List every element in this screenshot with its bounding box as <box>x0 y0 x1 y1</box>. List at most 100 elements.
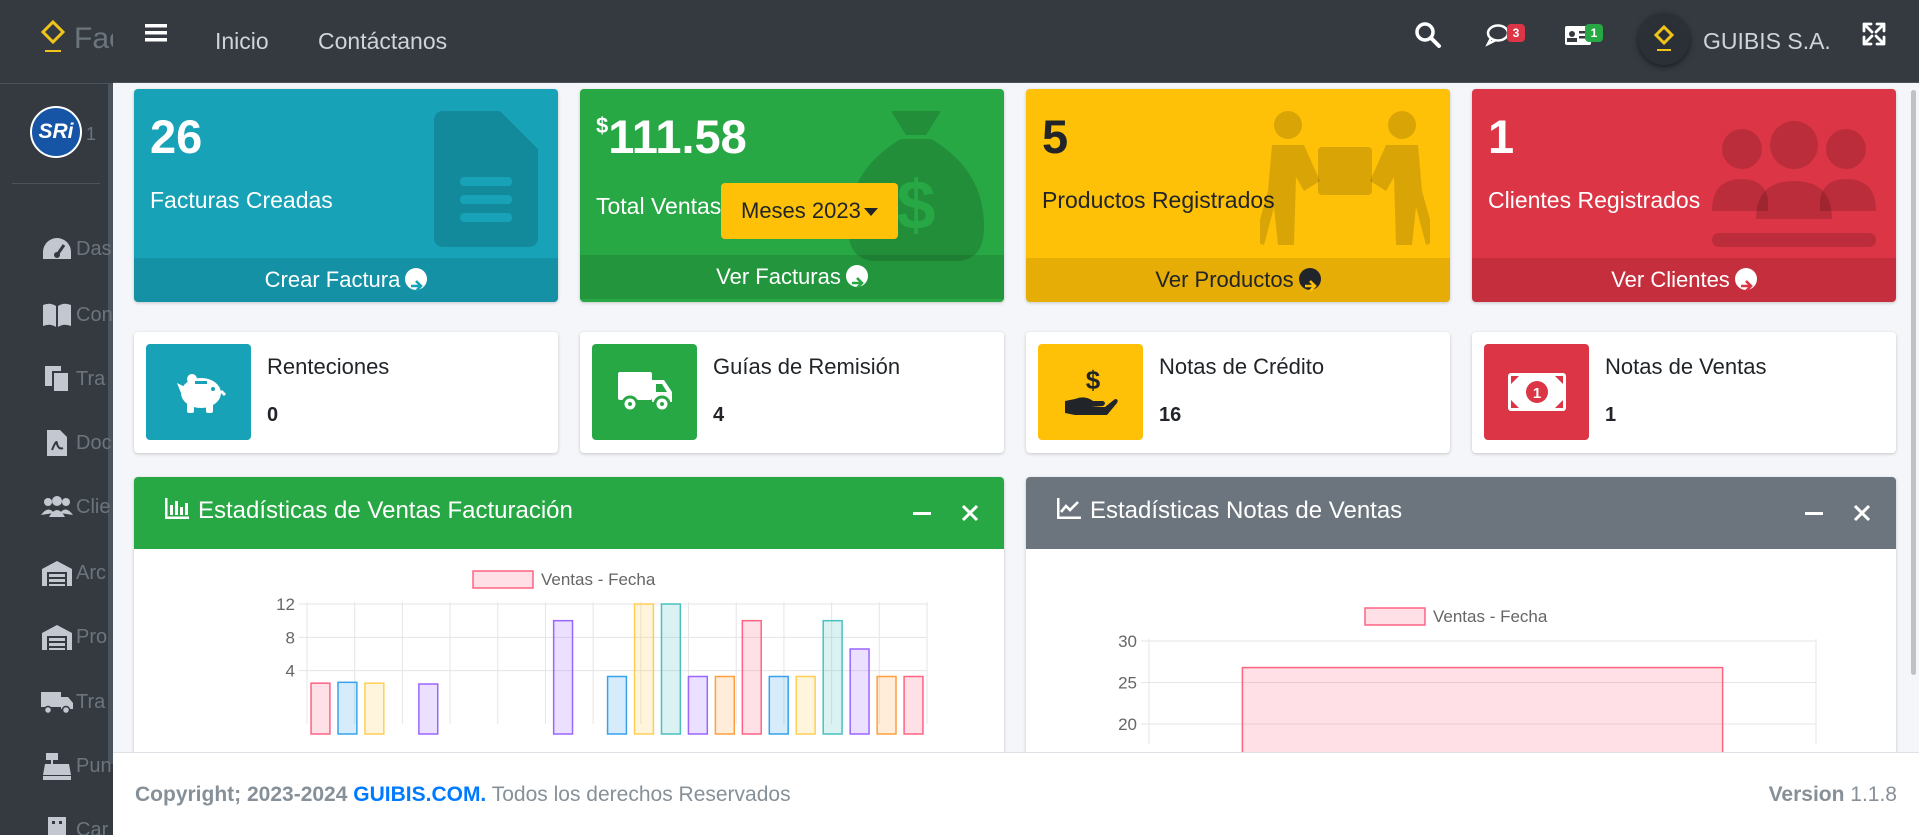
notas-ventas-card: Estadísticas Notas de Ventas Ventas - Fe… <box>1026 477 1896 767</box>
months-dropdown[interactable]: Meses 2023 <box>721 183 898 239</box>
divider <box>12 183 100 184</box>
arrow-circle-right-icon <box>1298 268 1321 293</box>
logo-icon <box>40 19 66 52</box>
rights-text: Todos los derechos Reservados <box>491 783 791 806</box>
productos-box: 5 Productos Registrados Ver Productos <box>1026 89 1450 302</box>
page-scrollbar[interactable] <box>1911 90 1916 675</box>
cash-register-icon <box>40 751 74 781</box>
info-label: Renteciones <box>267 354 390 379</box>
chart-line-icon <box>1057 497 1081 519</box>
info-value: 0 <box>267 404 279 426</box>
y-tick-label: 20 <box>1118 715 1137 734</box>
ventas-box: $111.58 Total Ventas $ Meses 2023 Ver Fa… <box>580 89 1004 302</box>
bar <box>822 619 843 735</box>
bar <box>418 683 439 735</box>
sidebar-item-contabilidad[interactable]: Con <box>0 290 113 340</box>
bar <box>660 603 682 735</box>
card-header: Estadísticas de Ventas Facturación <box>134 477 1004 549</box>
footer-label: Ver Facturas <box>716 264 841 289</box>
messages-button[interactable]: 3 <box>1485 20 1525 52</box>
expand-icon <box>1862 22 1886 46</box>
brand[interactable]: Fac <box>0 0 113 84</box>
card-header: Estadísticas Notas de Ventas <box>1026 477 1896 549</box>
nav-contactanos[interactable]: Contáctanos <box>318 28 447 55</box>
guibis-link[interactable]: GUIBIS.COM. <box>353 783 486 806</box>
tachometer-icon <box>40 234 74 264</box>
close-icon[interactable] <box>958 501 982 525</box>
sidebar: Fac SRi 1 Das Con Tra Doc Clie Arc Pro T… <box>0 0 113 835</box>
sidebar-item-transporte[interactable]: Tra <box>0 677 113 727</box>
sidebar-item-documentos[interactable]: Doc <box>0 418 113 468</box>
bar <box>552 619 574 735</box>
crear-factura-link[interactable]: Crear Factura <box>134 258 558 302</box>
y-tick-label: 4 <box>286 662 295 681</box>
sidebar-item-cartera[interactable]: Car <box>0 805 113 835</box>
fullscreen-button[interactable] <box>1860 20 1894 52</box>
minus-icon[interactable] <box>910 501 934 525</box>
dropdown-label: Meses 2023 <box>741 198 861 223</box>
version-label: Version <box>1768 783 1845 806</box>
notas-credito-info-box[interactable]: $ Notas de Crédito 16 <box>1026 332 1450 453</box>
bar <box>1241 666 1724 755</box>
minus-icon[interactable] <box>1802 501 1826 525</box>
box-value: 1 <box>1488 110 1515 163</box>
truck-icon <box>40 687 74 717</box>
notas-ventas-info-box[interactable]: 1 Notas de Ventas 1 <box>1472 332 1896 453</box>
warehouse-icon <box>40 558 74 588</box>
y-tick-label: 8 <box>286 628 295 647</box>
sidebar-item-dashboard[interactable]: Das <box>0 224 113 274</box>
sidebar-item-productos[interactable]: Pro <box>0 612 113 662</box>
info-value: 4 <box>713 404 725 426</box>
clientes-box: 1 Clientes Registrados Ver Clientes <box>1472 89 1896 302</box>
bar <box>633 603 655 735</box>
ver-facturas-link[interactable]: Ver Facturas <box>580 255 1004 299</box>
sidebar-item-clientes[interactable]: Clie <box>0 482 113 532</box>
svg-text:1: 1 <box>1532 385 1540 402</box>
legend-label: Ventas - Fecha <box>1433 607 1548 626</box>
close-icon[interactable] <box>1850 501 1874 525</box>
company-avatar[interactable] <box>1638 13 1690 65</box>
bar <box>714 675 736 735</box>
nav-inicio[interactable]: Inicio <box>215 28 269 55</box>
notas-ventas-chart: Ventas - Fecha 30 25 20 <box>1118 607 1817 755</box>
guias-info-box[interactable]: Guías de Remisión 4 <box>580 332 1004 453</box>
info-value: 16 <box>1159 404 1182 426</box>
people-carry-icon <box>1260 111 1430 245</box>
sidebar-item-label: Das <box>76 238 112 260</box>
box-caption: Total Ventas <box>596 193 722 219</box>
contacts-badge: 1 <box>1585 24 1603 42</box>
sidebar-item-punto-venta[interactable]: Pun <box>0 741 113 791</box>
footer-label: Crear Factura <box>264 267 401 292</box>
sidebar-item-label: Clie <box>76 496 111 518</box>
search-button[interactable] <box>1413 20 1447 52</box>
ventas-facturacion-card: Estadísticas de Ventas Facturación Venta… <box>134 477 1004 767</box>
version-number: 1.1.8 <box>1850 783 1897 806</box>
y-tick-label: 25 <box>1118 674 1137 693</box>
legend-label: Ventas - Fecha <box>541 570 656 589</box>
sidebar-item-archivo[interactable]: Arc <box>0 548 113 598</box>
bar <box>606 675 628 735</box>
book-icon <box>40 300 74 330</box>
box-value: 111.58 <box>608 110 747 163</box>
sri-avatar: SRi <box>30 106 82 158</box>
info-label: Notas de Crédito <box>1159 354 1325 379</box>
user-panel[interactable]: SRi 1 <box>0 84 113 184</box>
sidebar-item-transacciones[interactable]: Tra <box>0 354 113 404</box>
contacts-button[interactable]: 1 <box>1563 20 1603 52</box>
ver-productos-link[interactable]: Ver Productos <box>1026 258 1450 302</box>
company-name[interactable]: GUIBIS S.A. <box>1703 28 1831 55</box>
box-caption: Facturas Creadas <box>150 187 333 213</box>
sidebar-item-label: Doc <box>76 432 112 454</box>
box-value: 5 <box>1042 110 1069 163</box>
sidebar-item-label: Con <box>76 304 113 326</box>
sidebar-item-label: Car <box>76 819 109 835</box>
retenciones-info-box[interactable]: Renteciones 0 <box>134 332 558 453</box>
card-title: Estadísticas de Ventas Facturación <box>198 497 573 524</box>
sidebar-item-label: Arc <box>76 562 106 584</box>
hamburger-menu-icon[interactable] <box>143 20 171 46</box>
ver-clientes-link[interactable]: Ver Clientes <box>1472 258 1896 302</box>
info-value: 1 <box>1605 404 1617 426</box>
truck-icon <box>592 344 697 440</box>
bar <box>687 675 709 735</box>
brand-text: Fac <box>74 22 113 55</box>
